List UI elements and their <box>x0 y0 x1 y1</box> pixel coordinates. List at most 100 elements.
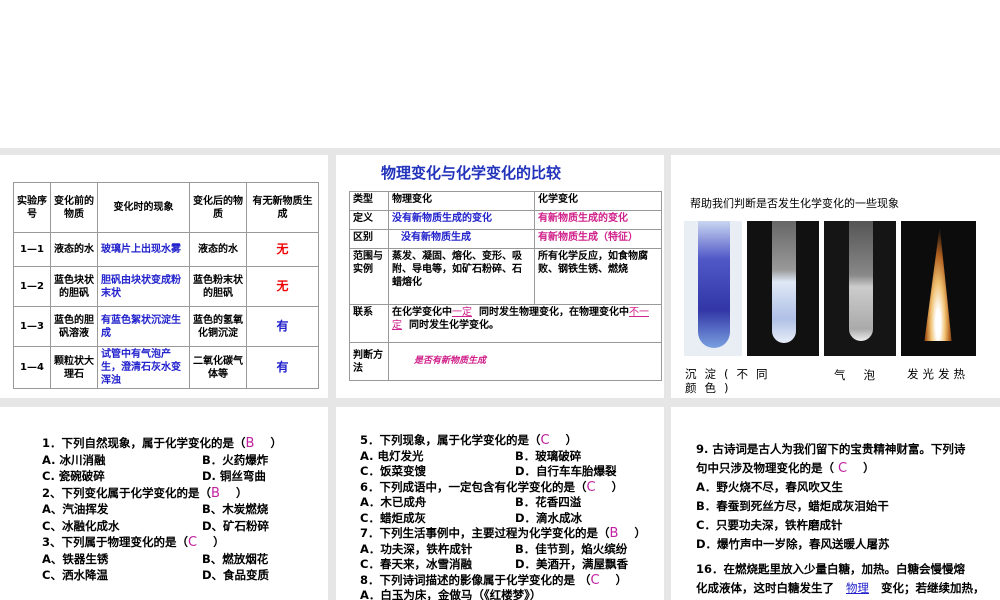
question-line: 8．下列诗词描述的影像属于化学变化的是 （C ） <box>360 573 664 589</box>
option: A. 电灯发光 <box>360 448 424 463</box>
experiment-table: 实验序号 变化前的物质 变化时的现象 变化后的物质 有无新物质生成 1—1 液态的… <box>13 182 319 389</box>
question-list: 5．下列现象，属于化学变化的是（C ） A. 电灯发光 B．玻璃破碎 C．饭菜变馊 D．… <box>360 433 664 600</box>
table-row: 类型 物理变化 化学变化 <box>349 191 662 211</box>
table-row: 1—1 液态的水 玻璃片上出现水雾 液态的水无 <box>13 232 319 267</box>
option: D. 铜丝弯曲 <box>202 469 266 483</box>
slide-experiment-table[interactable]: 实验序号 变化前的物质 变化时的现象 变化后的物质 有无新物质生成 1—1 液态的… <box>0 155 328 398</box>
option: C．春天来，冰雪消融 <box>360 557 472 571</box>
table-row: 1—4 颗粒状大理石 试管中有气泡产生，澄清石灰水变浑浊 二氧化碳气体等有 <box>13 346 319 389</box>
slide-questions-1-3[interactable]: 1．下列自然现象，属于化学变化的是（B ） A. 冰川消融 B．火药爆炸 C. 瓷碗破… <box>0 407 328 600</box>
text: 同时发生化学变化。 <box>408 320 499 331</box>
question-line: 7．下列生活事例中，主要过程为化学变化的是（B ） <box>360 526 664 542</box>
table-row: 1—2 蓝色块状的胆矾 胆矾由块状变成粉末状 蓝色粉末状的胆矾无 <box>13 266 319 307</box>
slide-title: 物理变化与化学变化的比较 <box>381 164 562 182</box>
flame-photo <box>901 221 976 356</box>
table-cell: 液态的水 <box>189 232 247 267</box>
answer: C <box>838 461 848 476</box>
table-cell: 胆矾由块状变成粉末状 <box>97 266 190 307</box>
option: C、洒水降温 <box>42 568 108 582</box>
table-cell: 没有新物质生成的变化 <box>388 210 535 230</box>
question-line: C．饭菜变馊 D．自行车车胎爆裂 <box>360 464 664 480</box>
table-row: 定义 没有新物质生成的变化 有新物质生成的变化 <box>349 210 662 230</box>
question-list: 1．下列自然现象，属于化学变化的是（B ） A. 冰川消融 B．火药爆炸 C. 瓷碗破… <box>42 435 327 584</box>
table-cell: 没有新物质生成 <box>388 229 535 249</box>
option: B．火药爆炸 <box>202 452 269 467</box>
table-cell: 有新物质生成（特征） <box>534 229 662 249</box>
precipitate-photo <box>684 221 742 356</box>
table-cell: 无 <box>246 232 319 267</box>
slide-phenomena[interactable]: 帮助我们判断是否发生化学变化的一些现象 沉淀(不同颜色) 气泡 发光发热 <box>671 155 1000 398</box>
question-text: 句中只涉及物理变化的是（ <box>696 461 834 475</box>
slide-questions-9-16[interactable]: 9. 古诗词是古人为我们留下的宝贵精神财富。下列诗 句中只涉及物理变化的是（ C… <box>671 407 1000 600</box>
question-text: ） <box>611 479 624 494</box>
answer: C <box>586 479 596 495</box>
option: D、食品变质 <box>202 568 270 582</box>
table-cell: 蓝色粉末状的胆矾 <box>189 266 247 307</box>
question-text: ） <box>235 485 248 500</box>
question-text: ） <box>863 461 875 475</box>
question-text: 6．下列成语中，一定包含有化学变化的是（ <box>360 479 587 494</box>
table-cell: 有蓝色絮状沉淀生成 <box>97 306 190 347</box>
question-text: 8．下列诗词描述的影像属于化学变化的是 （ <box>360 572 591 587</box>
option: D．滴水成冰 <box>515 510 583 525</box>
table-cell: 1—1 <box>13 232 51 267</box>
table-cell: 区别 <box>349 229 389 249</box>
option: C. 瓷碗破碎 <box>42 469 105 483</box>
question-line: 1．下列自然现象，属于化学变化的是（B ） <box>42 435 327 452</box>
option: A．木已成舟 <box>360 495 427 509</box>
caption-precipitate: 沉淀(不同颜色) <box>685 367 776 395</box>
option: D、矿石粉碎 <box>202 518 270 533</box>
question-line: A. 冰川消融 B．火药爆炸 <box>42 452 327 469</box>
caption-light-heat: 发光发热 <box>907 367 969 381</box>
table-cell: 蓝色的氢氧化铜沉淀 <box>189 306 247 347</box>
question-line: A、铁器生锈 B、燃放烟花 <box>42 551 327 568</box>
question-text: 9. 古诗词是古人为我们留下的宝贵精神财富。下列诗 <box>696 442 966 456</box>
table-cell: 玻璃片上出现水雾 <box>97 232 190 267</box>
question-text: ） <box>615 572 628 587</box>
question-text: 1．下列自然现象，属于化学变化的是（ <box>42 436 246 450</box>
option: B．玻璃破碎 <box>515 448 582 463</box>
question-line: 6．下列成语中，一定包含有化学变化的是（C ） <box>360 480 664 496</box>
question-line: C. 瓷碗破碎 D. 铜丝弯曲 <box>42 468 327 485</box>
text: 在化学变化中 <box>392 307 452 318</box>
table-row: 区别 没有新物质生成 有新物质生成（特征） <box>349 229 662 249</box>
question-text: ） <box>565 433 578 447</box>
question-line: A、汽油挥发 B、木炭燃烧 <box>42 501 327 518</box>
question-text: ） <box>270 436 282 450</box>
option: C．蜡炬成灰 <box>360 510 426 525</box>
comparison-table: 类型 物理变化 化学变化 定义 没有新物质生成的变化 有新物质生成的变化 区别 没有新物质生成… <box>349 191 662 381</box>
header-cell: 实验序号 <box>13 182 51 233</box>
question-line: 2、下列变化属于化学变化的是（B ） <box>42 485 327 502</box>
slide-questions-5-8[interactable]: 5．下列现象，属于化学变化的是（C ） A. 电灯发光 B．玻璃破碎 C．饭菜变馊 D．… <box>336 407 664 600</box>
option: A. 冰川消融 <box>42 452 106 467</box>
table-cell: 有 <box>246 346 319 389</box>
answer: B <box>245 436 255 451</box>
option: D．美酒开，满屋飘香 <box>515 557 629 571</box>
question-text: 变化；若继续加热， <box>881 581 985 595</box>
table-cell: 类型 <box>349 191 389 211</box>
table-cell: 有 <box>246 306 319 347</box>
option: D．爆竹声中一岁除，春风送暖人屠苏 <box>696 537 890 551</box>
slide-comparison[interactable]: 物理变化与化学变化的比较 类型 物理变化 化学变化 定义 没有新物质生成的变化 有新物质生… <box>336 155 664 398</box>
question-line: C．春天来，冰雪消融 D．美酒开，满屋飘香 <box>360 557 664 573</box>
caption-bubbles: 气泡 <box>834 368 893 382</box>
table-cell: 有新物质生成的变化 <box>534 210 662 230</box>
table-cell: 范围与实例 <box>349 248 389 305</box>
row-label: 判断方法 <box>349 342 389 381</box>
table-cell: 1—4 <box>13 346 51 389</box>
answer: C <box>540 433 550 448</box>
table-cell: 二氧化碳气体等 <box>189 346 247 389</box>
header-cell: 变化前的物质 <box>50 182 98 233</box>
answer: 物理 <box>846 581 870 595</box>
answer: C <box>590 572 600 588</box>
table-cell: 蓝色的胆矾溶液 <box>50 306 98 347</box>
header-cell: 变化时的现象 <box>97 182 190 233</box>
answer-fill: 一定 <box>452 307 472 318</box>
table-cell: 蒸发、凝固、熔化、变形、吸附、导电等，如矿石粉碎、石蜡熔化 <box>388 248 535 305</box>
header-cell: 有无新物质生成 <box>246 182 319 233</box>
question-text: ） <box>213 535 225 549</box>
answer: B <box>609 526 619 541</box>
option: D．自行车车胎爆裂 <box>515 464 617 478</box>
table-row: 范围与实例 蒸发、凝固、熔化、变形、吸附、导电等，如矿石粉碎、石蜡熔化 所有化学反应… <box>349 248 662 305</box>
answer: C <box>188 535 198 550</box>
